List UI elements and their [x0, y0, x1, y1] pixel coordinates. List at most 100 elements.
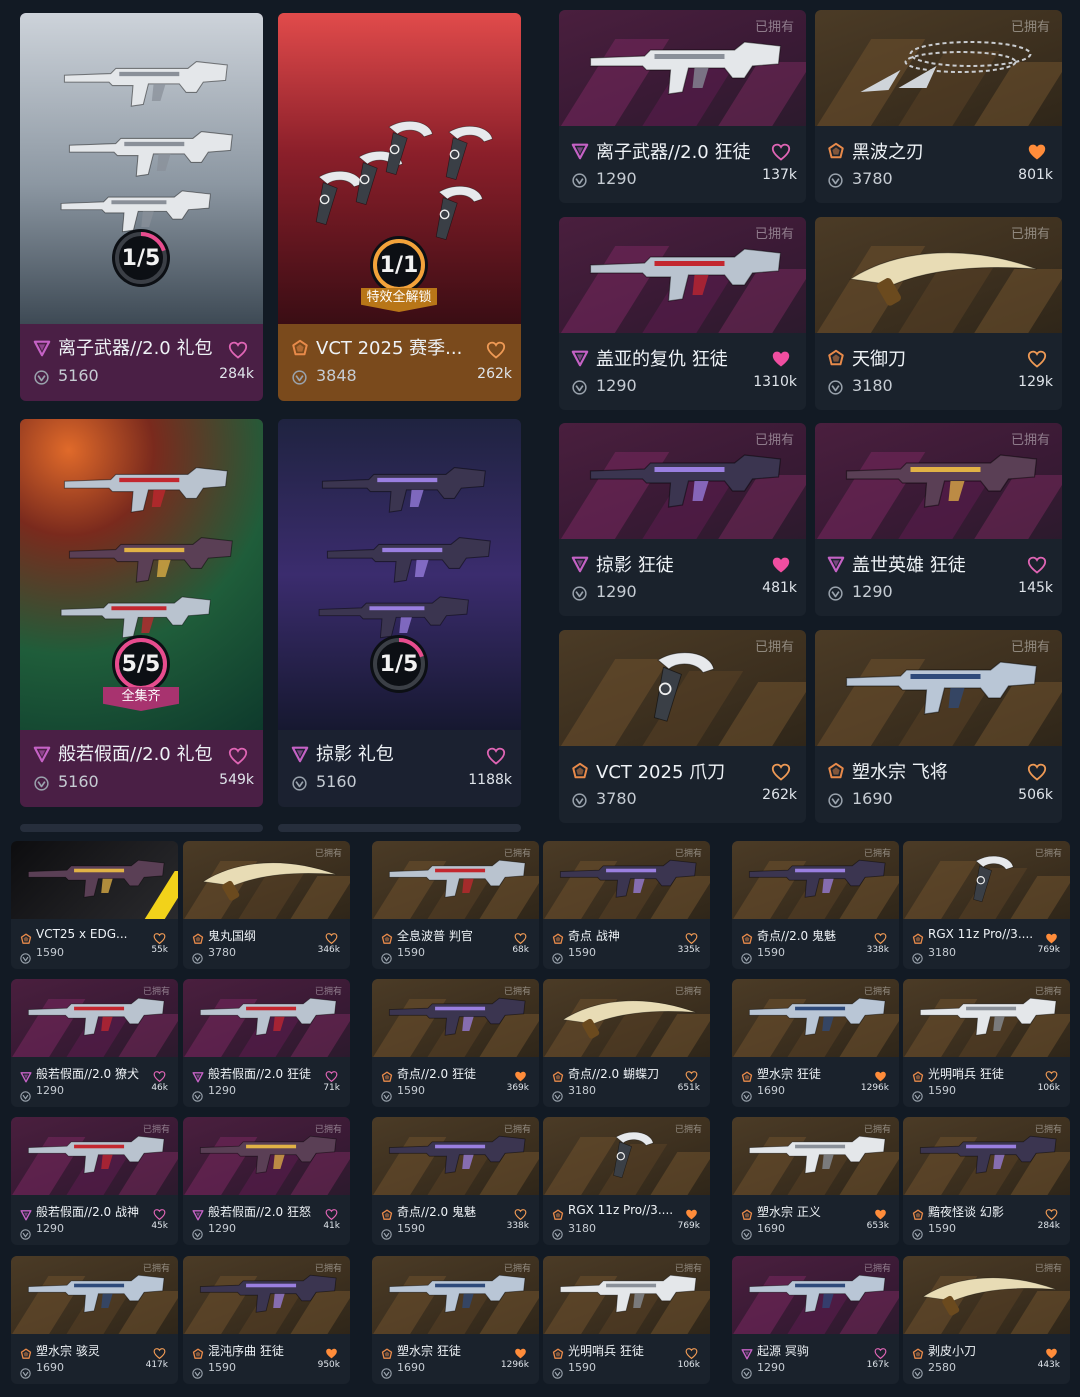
heart-filled-icon[interactable] [685, 1206, 698, 1220]
skin-card[interactable]: 已拥有 掠影 狂徒 1290 481k [559, 423, 806, 616]
skin-card[interactable]: 已拥有 离子武器//2.0 狂徒 1290 137k [559, 10, 806, 203]
skin-card-small[interactable]: VCT25 x EDG... 1590 55k [11, 841, 178, 969]
skin-card-small[interactable]: 已拥有 奇点//2.0 鬼魅 1590 338k [732, 841, 899, 969]
skin-artwork: 已拥有 [372, 841, 539, 919]
skin-card[interactable]: 已拥有 盖亚的复仇 狂徒 1290 1310k [559, 217, 806, 410]
skin-card-small[interactable]: 已拥有 RGX 11z Pro//3.... 3180 769k [903, 841, 1070, 969]
heart-outline-icon[interactable] [685, 1068, 698, 1083]
skin-artwork: 已拥有 [183, 1256, 350, 1334]
heart-outline-icon[interactable] [325, 930, 338, 945]
weapon-image [915, 1129, 1060, 1179]
skin-card-small[interactable]: 已拥有 塑水宗 骇灵 1690 417k [11, 1256, 178, 1384]
heart-outline-icon[interactable] [228, 340, 248, 360]
skin-name: 奇点//2.0 蝴蝶刀 [568, 1067, 659, 1081]
skin-card-small[interactable]: 已拥有 剥皮小刀 2580 443k [903, 1256, 1070, 1384]
like-count: 369k [506, 1083, 529, 1093]
exclusive-tier-icon [192, 930, 204, 944]
bundle-card[interactable]: 5/5 全集齐 般若假面//2.0 礼包 5160 549k [20, 419, 263, 807]
heart-outline-icon[interactable] [153, 1345, 166, 1360]
heart-filled-icon[interactable] [1045, 1345, 1058, 1359]
like-count: 653k [866, 1221, 889, 1231]
bundle-card[interactable]: 1/1 特效全解锁 VCT 2025 赛季... 3848 262k [278, 13, 521, 401]
skin-info: 鬼丸国纲 3780 346k [183, 919, 350, 969]
owned-label: 已拥有 [863, 987, 891, 997]
heart-outline-icon[interactable] [771, 762, 791, 782]
bundle-card[interactable]: 1/5 掠影 礼包 5160 1188k [278, 419, 521, 807]
heart-outline-icon[interactable] [153, 930, 166, 945]
skin-card-small[interactable]: 已拥有 黯夜怪谈 幻影 1590 284k [903, 1117, 1070, 1245]
skin-card[interactable]: 已拥有 塑水宗 飞将 1690 506k [815, 630, 1062, 823]
skin-card[interactable]: 已拥有 VCT 2025 爪刀 3780 262k [559, 630, 806, 823]
skin-name: 黑波之刃 [852, 142, 924, 163]
skin-name: VCT25 x EDG... [36, 927, 128, 941]
heart-filled-icon[interactable] [1027, 142, 1047, 162]
vp-currency-icon [572, 380, 587, 395]
skin-card-small[interactable]: 已拥有 光明哨兵 狂徒 1590 106k [543, 1256, 710, 1384]
skin-price: 1690 [36, 1361, 64, 1374]
skin-price: 3180 [568, 1222, 596, 1235]
bundle-price: 5160 [58, 772, 99, 791]
like-count: 284k [219, 366, 254, 382]
heart-outline-icon[interactable] [514, 930, 527, 945]
skin-card-small[interactable]: 已拥有 塑水宗 狂徒 1690 1296k [372, 1256, 539, 1384]
vp-currency-icon [552, 1364, 563, 1379]
heart-outline-icon[interactable] [153, 1068, 166, 1083]
heart-outline-icon[interactable] [228, 746, 248, 766]
skin-info: 奇点//2.0 狂徒 1590 369k [372, 1057, 539, 1107]
heart-filled-icon[interactable] [771, 349, 791, 369]
heart-outline-icon[interactable] [325, 1068, 338, 1083]
weapon-image [384, 1268, 529, 1318]
skin-card[interactable]: 已拥有 天御刀 3180 129k [815, 217, 1062, 410]
skin-card-small[interactable]: 已拥有 光明哨兵 狂徒 1590 106k [903, 979, 1070, 1107]
heart-outline-icon[interactable] [685, 1345, 698, 1360]
heart-outline-icon[interactable] [685, 930, 698, 945]
bundle-name: VCT 2025 赛季... [316, 338, 463, 359]
skin-card-small[interactable]: 已拥有 塑水宗 正义 1690 653k [732, 1117, 899, 1245]
skin-card-small[interactable]: 已拥有 混沌序曲 狂徒 1590 950k [183, 1256, 350, 1384]
heart-filled-icon[interactable] [1045, 930, 1058, 944]
heart-outline-icon[interactable] [771, 142, 791, 162]
exclusive-tier-icon [552, 1206, 564, 1220]
skin-card-small[interactable]: 已拥有 奇点//2.0 狂徒 1590 369k [372, 979, 539, 1107]
skin-artwork: 已拥有 [183, 979, 350, 1057]
skin-card[interactable]: 已拥有 盖世英雄 狂徒 1290 145k [815, 423, 1062, 616]
skin-card-small[interactable]: 已拥有 般若假面//2.0 獠犬 1290 46k [11, 979, 178, 1107]
heart-filled-icon[interactable] [771, 555, 791, 575]
skin-card-small[interactable]: 已拥有 般若假面//2.0 狂怒 1290 41k [183, 1117, 350, 1245]
skin-name: 起源 冥驹 [757, 1344, 809, 1358]
skin-card-small[interactable]: 已拥有 起源 冥驹 1290 167k [732, 1256, 899, 1384]
heart-outline-icon[interactable] [874, 1345, 887, 1360]
heart-outline-icon[interactable] [514, 1206, 527, 1221]
heart-outline-icon[interactable] [153, 1206, 166, 1221]
bundle-info: 般若假面//2.0 礼包 5160 549k [20, 730, 263, 807]
heart-filled-icon[interactable] [325, 1345, 338, 1359]
skin-card-small[interactable]: 已拥有 鬼丸国纲 3780 346k [183, 841, 350, 969]
skin-card-small[interactable]: 已拥有 塑水宗 狂徒 1690 1296k [732, 979, 899, 1107]
skin-card[interactable]: 已拥有 黑波之刃 3780 801k [815, 10, 1062, 203]
heart-outline-icon[interactable] [1027, 349, 1047, 369]
skin-card-small[interactable]: 已拥有 全息波普 判官 1590 68k [372, 841, 539, 969]
skin-card-small[interactable]: 已拥有 般若假面//2.0 狂徒 1290 71k [183, 979, 350, 1107]
heart-outline-icon[interactable] [1027, 555, 1047, 575]
heart-outline-icon[interactable] [1045, 1206, 1058, 1221]
bundle-card[interactable]: 1/5 离子武器//2.0 礼包 5160 284k [20, 13, 263, 401]
skin-card-small[interactable]: 已拥有 奇点//2.0 蝴蝶刀 3180 651k [543, 979, 710, 1107]
skin-card-small[interactable]: 已拥有 RGX 11z Pro//3.... 3180 769k [543, 1117, 710, 1245]
bundle-price: 5160 [58, 366, 99, 385]
skin-info: 塑水宗 飞将 1690 506k [815, 746, 1062, 823]
heart-filled-icon[interactable] [874, 1068, 887, 1082]
heart-outline-icon[interactable] [486, 340, 506, 360]
skin-card-small[interactable]: 已拥有 奇点 战神 1590 335k [543, 841, 710, 969]
heart-outline-icon[interactable] [325, 1206, 338, 1221]
heart-outline-icon[interactable] [874, 930, 887, 945]
heart-filled-icon[interactable] [874, 1206, 887, 1220]
skin-name: 剥皮小刀 [928, 1344, 977, 1358]
skin-info: 塑水宗 狂徒 1690 1296k [372, 1334, 539, 1384]
heart-outline-icon[interactable] [1045, 1068, 1058, 1083]
skin-card-small[interactable]: 已拥有 般若假面//2.0 战神 1290 45k [11, 1117, 178, 1245]
heart-filled-icon[interactable] [514, 1068, 527, 1082]
heart-filled-icon[interactable] [514, 1345, 527, 1359]
heart-outline-icon[interactable] [1027, 762, 1047, 782]
heart-outline-icon[interactable] [486, 746, 506, 766]
skin-card-small[interactable]: 已拥有 奇点//2.0 鬼魅 1590 338k [372, 1117, 539, 1245]
